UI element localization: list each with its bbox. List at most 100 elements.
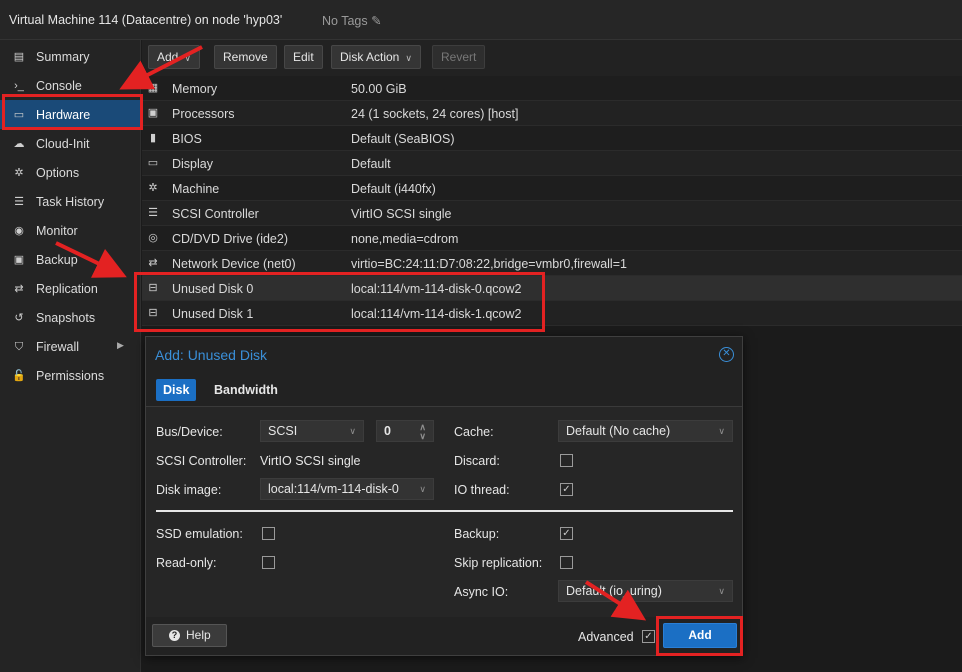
book-icon: ▤: [13, 51, 25, 63]
cache-select[interactable]: Default (No cache) ∨: [558, 420, 733, 442]
spinner-icon[interactable]: ∧ ∨: [419, 423, 426, 441]
close-icon[interactable]: ✕: [719, 347, 734, 362]
pencil-icon[interactable]: ✎: [371, 14, 381, 28]
hardware-row-memory[interactable]: ▦ Memory 50.00 GiB: [142, 76, 962, 101]
read-only-checkbox[interactable]: [262, 556, 275, 569]
async-io-select[interactable]: Default (io_uring) ∨: [558, 580, 733, 602]
hardware-value: local:114/vm-114-disk-1.qcow2: [351, 307, 522, 321]
chevron-down-icon: ∨: [184, 53, 191, 63]
remove-button[interactable]: Remove: [214, 45, 277, 69]
add-button[interactable]: Add ∨: [148, 45, 200, 69]
sidebar-item-label: Hardware: [36, 108, 91, 122]
io-thread-label: IO thread:: [454, 483, 510, 497]
sidebar-item-label: Console: [36, 79, 82, 93]
revert-button[interactable]: Revert: [432, 45, 486, 69]
hardware-row-unused-disk-1[interactable]: ⊟ Unused Disk 1 local:114/vm-114-disk-1.qc…: [142, 301, 962, 326]
disk-action-button[interactable]: Disk Action ∨: [331, 45, 421, 69]
hardware-row-network[interactable]: ⇄ Network Device (net0) virtio=BC:24:11:D7…: [142, 251, 962, 276]
cdrom-icon: ◎: [148, 232, 158, 244]
help-button[interactable]: ? Help: [152, 624, 227, 647]
io-thread-checkbox[interactable]: ✓: [560, 483, 573, 496]
sidebar-item-options[interactable]: ✲ Options: [0, 158, 141, 187]
tab-disk[interactable]: Disk: [156, 379, 197, 401]
gear-icon: ✲: [14, 167, 24, 179]
vm-title: Virtual Machine 114 (Datacentre) on node…: [9, 13, 283, 27]
sidebar-item-backup[interactable]: ▣ Backup: [0, 245, 141, 274]
tab-bandwidth[interactable]: Bandwidth: [207, 379, 285, 401]
chevron-down-icon: ∨: [349, 426, 356, 436]
hardware-row-unused-disk-0[interactable]: ⊟ Unused Disk 0 local:114/vm-114-disk-0.qc…: [142, 276, 962, 301]
hardware-row-bios[interactable]: ▮ BIOS Default (SeaBIOS): [142, 126, 962, 151]
eye-icon: ◉: [14, 225, 24, 237]
sidebar-item-label: Summary: [36, 50, 90, 64]
disk-image-select[interactable]: local:114/vm-114-disk-0 ∨: [260, 478, 434, 500]
hdd-icon: ⊟: [148, 307, 158, 319]
chevron-down-icon: ∨: [718, 586, 725, 596]
hardware-value: virtio=BC:24:11:D7:08:22,bridge=vmbr0,fi…: [351, 257, 627, 271]
chevron-right-icon[interactable]: ▶: [117, 340, 124, 351]
hardware-name: Memory: [172, 82, 218, 96]
hardware-row-display[interactable]: ▭ Display Default: [142, 151, 962, 176]
skip-replication-checkbox[interactable]: [560, 556, 573, 569]
sidebar-item-label: Permissions: [36, 369, 105, 383]
hardware-value: local:114/vm-114-disk-0.qcow2: [351, 282, 522, 296]
sidebar-item-summary[interactable]: ▤ Summary: [0, 42, 141, 71]
unlock-icon: 🔓: [12, 370, 26, 382]
terminal-icon: ›_: [14, 80, 24, 92]
sidebar-item-snapshots[interactable]: ↺ Snapshots: [0, 303, 141, 332]
hardware-row-processors[interactable]: ▣ Processors 24 (1 sockets, 24 cores) [hos…: [142, 101, 962, 126]
memory-icon: ▦: [147, 82, 159, 94]
retweet-icon: ⇄: [14, 283, 24, 295]
ssd-emulation-label: SSD emulation:: [156, 527, 243, 541]
add-button-label: Add: [157, 50, 179, 64]
hdd-icon: ⊟: [148, 282, 158, 294]
add-disk-button[interactable]: Add: [663, 623, 737, 648]
monitor-icon: ▭: [147, 157, 159, 169]
sidebar-item-cloud-init[interactable]: ☁ Cloud-Init: [0, 129, 141, 158]
dialog-form: Bus/Device: SCSI ∨ 0 ∧ ∨ SCSI Controller: V…: [146, 407, 742, 617]
sidebar-item-monitor[interactable]: ◉ Monitor: [0, 216, 141, 245]
hardware-row-scsi-controller[interactable]: ☰ SCSI Controller VirtIO SCSI single: [142, 201, 962, 226]
sidebar-item-label: Replication: [36, 282, 98, 296]
hardware-value: VirtIO SCSI single: [351, 207, 452, 221]
dialog-tabs: Disk Bandwidth: [146, 371, 742, 407]
hardware-name: Network Device (net0): [172, 257, 296, 271]
add-unused-disk-dialog: Add: Unused Disk ✕ Disk Bandwidth Bus/De…: [145, 336, 743, 656]
cloud-icon: ☁: [13, 138, 25, 150]
sidebar-item-label: Task History: [36, 195, 105, 209]
sidebar-item-label: Options: [36, 166, 80, 180]
hardware-name: BIOS: [172, 132, 202, 146]
sidebar-item-hardware[interactable]: ▭ Hardware: [0, 100, 141, 129]
hardware-row-machine[interactable]: ✲ Machine Default (i440fx): [142, 176, 962, 201]
cache-label: Cache:: [454, 425, 494, 439]
device-value: 0: [384, 424, 391, 438]
sidebar-item-replication[interactable]: ⇄ Replication: [0, 274, 141, 303]
desktop-icon: ▭: [13, 109, 25, 121]
advanced-checkbox[interactable]: ✓: [642, 630, 655, 643]
sidebar-item-label: Cloud-Init: [36, 137, 90, 151]
skip-replication-label: Skip replication:: [454, 556, 543, 570]
bus-value: SCSI: [268, 424, 298, 438]
tags-edit[interactable]: No Tags ✎: [322, 13, 382, 28]
sidebar-item-firewall[interactable]: ⛉ Firewall ▶: [0, 332, 141, 361]
sidebar-item-label: Snapshots: [36, 311, 96, 325]
device-number-stepper[interactable]: 0 ∧ ∨: [376, 420, 434, 442]
sidebar-item-task-history[interactable]: ☰ Task History: [0, 187, 141, 216]
sidebar-item-label: Backup: [36, 253, 78, 267]
title-bar: Virtual Machine 114 (Datacentre) on node…: [0, 0, 962, 40]
edit-button[interactable]: Edit: [284, 45, 323, 69]
async-io-value: Default (io_uring): [566, 584, 662, 598]
sidebar-item-console[interactable]: ›_ Console: [0, 71, 141, 100]
backup-checkbox[interactable]: ✓: [560, 527, 573, 540]
ssd-emulation-checkbox[interactable]: [262, 527, 275, 540]
discard-checkbox[interactable]: [560, 454, 573, 467]
bus-select[interactable]: SCSI ∨: [260, 420, 364, 442]
bus-device-label: Bus/Device:: [156, 425, 223, 439]
dialog-title: Add: Unused Disk: [155, 347, 268, 363]
sidebar-item-permissions[interactable]: 🔓 Permissions: [0, 361, 141, 390]
database-icon: ☰: [148, 207, 158, 219]
disk-action-label: Disk Action: [340, 50, 400, 64]
dialog-header[interactable]: Add: Unused Disk ✕: [146, 337, 742, 371]
hardware-name: SCSI Controller: [172, 207, 259, 221]
hardware-row-cdrom[interactable]: ◎ CD/DVD Drive (ide2) none,media=cdrom: [142, 226, 962, 251]
